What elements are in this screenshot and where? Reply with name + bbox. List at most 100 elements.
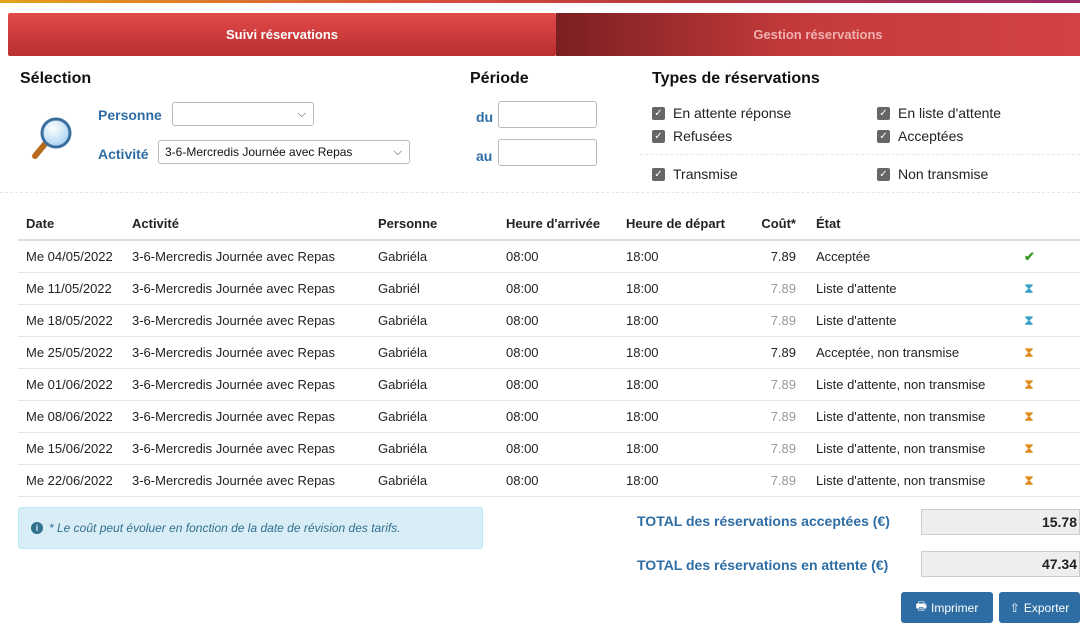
total-pending-label: TOTAL des réservations en attente (€) <box>637 557 889 573</box>
cell-person: Gabriéla <box>370 400 498 433</box>
cell-arrival: 08:00 <box>498 368 618 401</box>
cell-state: Liste d'attente, non transmise <box>808 368 1016 401</box>
printer-icon: 🖶 <box>915 599 927 613</box>
checkbox-label: En liste d'attente <box>898 105 1002 121</box>
chevron-down-icon: ⌵ <box>297 108 306 120</box>
table-row[interactable]: Me 01/06/2022 3-6-Mercredis Journée avec… <box>18 368 1080 401</box>
checkbox-checked-icon[interactable]: ✓ <box>652 167 665 181</box>
checkbox-checked-icon[interactable]: ✓ <box>877 106 890 120</box>
period-from-input[interactable] <box>498 101 597 128</box>
cell-state: Liste d'attente, non transmise <box>808 432 1016 465</box>
person-select[interactable]: ⌵ <box>172 102 314 126</box>
column-header-date[interactable]: Date <box>18 207 124 241</box>
activity-select-value: 3-6-Mercredis Journée avec Repas <box>165 145 353 159</box>
checkbox-label: Refusées <box>673 128 733 144</box>
table-row[interactable]: Me 22/06/2022 3-6-Mercredis Journée avec… <box>18 464 1080 497</box>
hourglass-orange-icon: ⧗ <box>1016 336 1080 369</box>
cell-activity: 3-6-Mercredis Journée avec Repas <box>124 304 370 337</box>
checkbox-checked-icon[interactable]: ✓ <box>877 167 890 181</box>
column-header-activite[interactable]: Activité <box>124 207 370 241</box>
cell-date: Me 11/05/2022 <box>18 272 124 305</box>
cell-person: Gabriéla <box>370 304 498 337</box>
cell-date: Me 01/06/2022 <box>18 368 124 401</box>
table-row[interactable]: Me 08/06/2022 3-6-Mercredis Journée avec… <box>18 400 1080 433</box>
activity-select[interactable]: 3-6-Mercredis Journée avec Repas ⌵ <box>158 140 410 164</box>
export-button-label: Exporter <box>1023 600 1070 615</box>
checkbox-transmise[interactable]: ✓ Transmise <box>652 166 738 182</box>
cell-person: Gabriéla <box>370 240 498 273</box>
table-header-row: Date Activité Personne Heure d'arrivée H… <box>18 207 1080 241</box>
cell-date: Me 04/05/2022 <box>18 240 124 273</box>
cell-departure: 18:00 <box>618 432 736 465</box>
types-title: Types de réservations <box>652 70 820 87</box>
cell-state: Acceptée <box>808 240 1016 273</box>
person-label: Personne <box>98 107 162 123</box>
checkbox-refusees[interactable]: ✓ Refusées <box>652 128 732 144</box>
checkbox-label: Non transmise <box>898 166 989 182</box>
column-header-personne[interactable]: Personne <box>370 207 498 241</box>
cost-info-text: * Le coût peut évoluer en fonction de la… <box>49 521 401 535</box>
cell-state: Liste d'attente <box>808 304 1016 337</box>
total-pending-value: 47.34 <box>921 551 1080 577</box>
checkbox-acceptees[interactable]: ✓ Acceptées <box>877 128 963 144</box>
cell-date: Me 22/06/2022 <box>18 464 124 497</box>
checkbox-checked-icon[interactable]: ✓ <box>877 129 890 143</box>
cell-activity: 3-6-Mercredis Journée avec Repas <box>124 432 370 465</box>
cell-arrival: 08:00 <box>498 432 618 465</box>
cell-person: Gabriéla <box>370 464 498 497</box>
cell-cost: 7.89 <box>736 464 808 497</box>
table-row[interactable]: Me 11/05/2022 3-6-Mercredis Journée avec… <box>18 272 1080 305</box>
cell-departure: 18:00 <box>618 240 736 273</box>
cell-departure: 18:00 <box>618 272 736 305</box>
top-accent-strip <box>0 0 1080 3</box>
column-header-heure-arrivee[interactable]: Heure d'arrivée <box>498 207 618 241</box>
cost-info-note: i * Le coût peut évoluer en fonction de … <box>18 507 483 549</box>
cell-date: Me 18/05/2022 <box>18 304 124 337</box>
cell-person: Gabriél <box>370 272 498 305</box>
cell-state: Liste d'attente <box>808 272 1016 305</box>
period-to-input[interactable] <box>498 139 597 166</box>
period-title: Période <box>470 70 529 87</box>
check-icon: ✔ <box>1016 240 1080 273</box>
info-icon: i <box>31 522 43 534</box>
print-button[interactable]: 🖶 Imprimer <box>901 592 993 623</box>
export-icon: ⇧ <box>1009 600 1020 615</box>
table-row[interactable]: Me 25/05/2022 3-6-Mercredis Journée avec… <box>18 336 1080 369</box>
cell-cost: 7.89 <box>736 240 808 273</box>
cell-state: Acceptée, non transmise <box>808 336 1016 369</box>
cell-person: Gabriéla <box>370 432 498 465</box>
checkbox-label: Acceptées <box>898 128 964 144</box>
checkbox-non-transmise[interactable]: ✓ Non transmise <box>877 166 988 182</box>
cell-arrival: 08:00 <box>498 400 618 433</box>
hourglass-orange-icon: ⧗ <box>1016 432 1080 465</box>
table-row[interactable]: Me 15/06/2022 3-6-Mercredis Journée avec… <box>18 432 1080 465</box>
checkbox-en-liste-attente[interactable]: ✓ En liste d'attente <box>877 105 1001 121</box>
column-header-heure-depart[interactable]: Heure de départ <box>618 207 736 241</box>
cell-person: Gabriéla <box>370 368 498 401</box>
total-accepted-label: TOTAL des réservations acceptées (€) <box>637 513 890 529</box>
tab-gestion-reservations[interactable]: Gestion réservations <box>556 13 1080 56</box>
period-from-label: du <box>476 109 494 125</box>
cell-cost: 7.89 <box>736 336 808 369</box>
search-icon[interactable] <box>30 113 78 161</box>
tab-suivi-reservations[interactable]: Suivi réservations <box>8 13 556 56</box>
column-header-etat[interactable]: État <box>808 207 1016 241</box>
checkbox-en-attente-reponse[interactable]: ✓ En attente réponse <box>652 105 791 121</box>
export-button[interactable]: ⇧ Exporter <box>999 592 1080 623</box>
cell-activity: 3-6-Mercredis Journée avec Repas <box>124 368 370 401</box>
checkbox-checked-icon[interactable]: ✓ <box>652 129 665 143</box>
checkbox-label: En attente réponse <box>673 105 792 121</box>
table-row[interactable]: Me 18/05/2022 3-6-Mercredis Journée avec… <box>18 304 1080 337</box>
cell-departure: 18:00 <box>618 368 736 401</box>
checkbox-checked-icon[interactable]: ✓ <box>652 106 665 120</box>
table-row[interactable]: Me 04/05/2022 3-6-Mercredis Journée avec… <box>18 240 1080 273</box>
column-header-status-icon <box>1016 207 1080 241</box>
hourglass-blue-icon: ⧗ <box>1016 304 1080 337</box>
cell-activity: 3-6-Mercredis Journée avec Repas <box>124 464 370 497</box>
total-accepted-value: 15.78 <box>921 509 1080 535</box>
reservations-table: Date Activité Personne Heure d'arrivée H… <box>18 207 1080 497</box>
column-header-cout[interactable]: Coût* <box>736 207 808 241</box>
cell-departure: 18:00 <box>618 304 736 337</box>
cell-arrival: 08:00 <box>498 240 618 273</box>
activity-label: Activité <box>98 146 149 162</box>
